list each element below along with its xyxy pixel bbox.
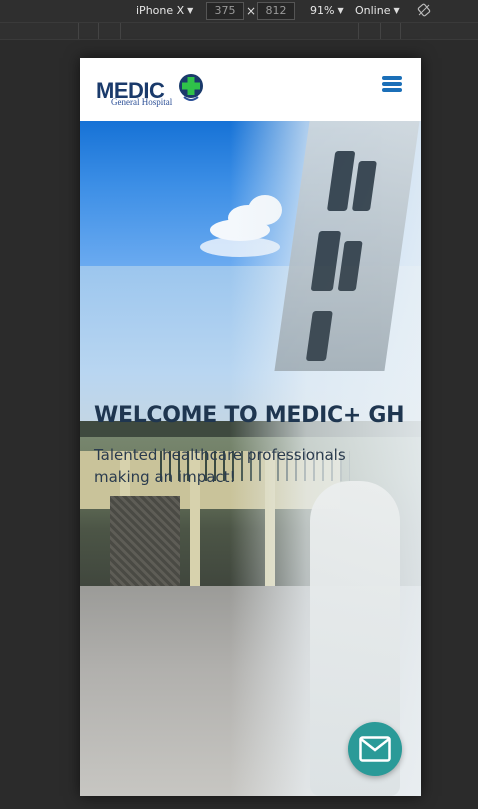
rotate-icon[interactable] [417, 3, 431, 17]
device-viewport: MEDIC General Hospital WELCOME TO MEDIC+… [80, 58, 421, 796]
hero-title: WELCOME TO MEDIC+ GH [94, 403, 405, 428]
envelope-icon [359, 736, 391, 762]
devtools-toolbar: iPhone X ▼ 375 × 812 91% ▼ Online ▼ [0, 0, 478, 22]
hamburger-menu-icon[interactable] [382, 76, 402, 92]
network-label: Online [355, 4, 391, 17]
device-label: iPhone X [136, 4, 185, 17]
zoom-label: 91% [310, 4, 335, 17]
logo-tagline: General Hospital [111, 97, 173, 107]
times-label: × [246, 4, 257, 18]
hero-section: WELCOME TO MEDIC+ GH Talented healthcare… [80, 121, 421, 796]
width-input[interactable]: 375 [206, 2, 244, 20]
medical-cross-icon [179, 74, 203, 101]
caret-down-icon: ▼ [337, 6, 344, 15]
caret-down-icon: ▼ [187, 6, 194, 15]
contact-mail-button[interactable] [348, 722, 402, 776]
network-select[interactable]: Online ▼ [355, 4, 400, 17]
device-select[interactable]: iPhone X ▼ [136, 4, 193, 17]
zoom-select[interactable]: 91% ▼ [310, 4, 344, 17]
height-input[interactable]: 812 [257, 2, 295, 20]
hero-subtitle: Talented healthcare professionals making… [94, 446, 346, 486]
media-query-ruler [0, 22, 478, 40]
site-header: MEDIC General Hospital [80, 58, 421, 121]
site-logo[interactable]: MEDIC General Hospital [96, 72, 206, 108]
caret-down-icon: ▼ [393, 6, 400, 15]
